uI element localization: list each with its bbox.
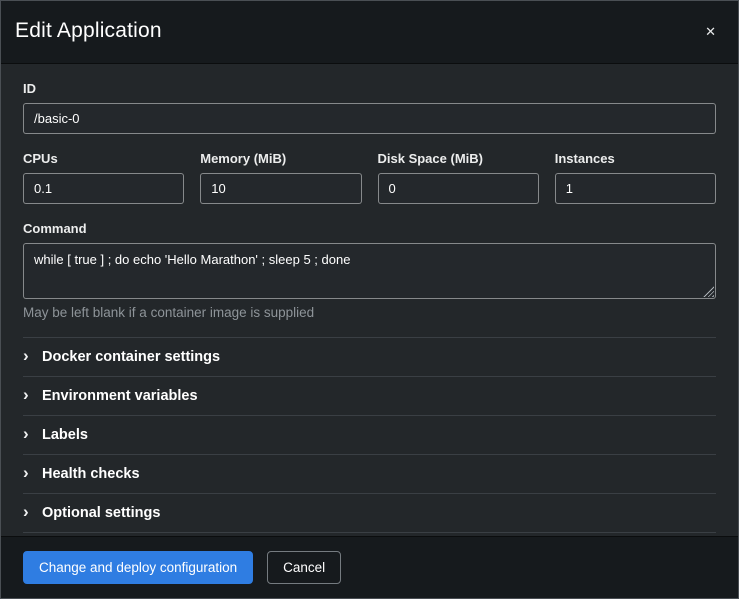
section-label: Docker container settings: [42, 349, 220, 365]
change-and-deploy-button[interactable]: Change and deploy configuration: [23, 551, 253, 584]
modal-body: ID CPUs Memory (MiB) Disk Space (MiB) In…: [1, 64, 738, 536]
section-label: Environment variables: [42, 388, 198, 404]
section-optional-settings[interactable]: › Optional settings: [23, 494, 716, 533]
id-label: ID: [23, 81, 716, 96]
chevron-right-icon: ›: [23, 503, 33, 520]
command-help-text: May be left blank if a container image i…: [23, 305, 716, 320]
modal-footer: Change and deploy configuration Cancel: [1, 536, 738, 598]
instances-field: Instances: [555, 151, 716, 204]
section-labels[interactable]: › Labels: [23, 416, 716, 455]
section-docker-container-settings[interactable]: › Docker container settings: [23, 338, 716, 377]
modal-header: Edit Application ✕: [1, 1, 738, 64]
memory-label: Memory (MiB): [200, 151, 361, 166]
cpus-input[interactable]: [23, 173, 184, 204]
modal-title: Edit Application: [15, 19, 162, 43]
cpus-field: CPUs: [23, 151, 184, 204]
disk-field: Disk Space (MiB): [378, 151, 539, 204]
section-label: Health checks: [42, 466, 140, 482]
command-textarea[interactable]: while [ true ] ; do echo 'Hello Marathon…: [23, 243, 716, 299]
memory-input[interactable]: [200, 173, 361, 204]
cancel-button[interactable]: Cancel: [267, 551, 341, 584]
section-label: Labels: [42, 427, 88, 443]
resources-row: CPUs Memory (MiB) Disk Space (MiB) Insta…: [23, 151, 716, 221]
id-input[interactable]: [23, 103, 716, 134]
edit-application-modal: Edit Application ✕ ID CPUs Memory (MiB) …: [0, 0, 739, 599]
cpus-label: CPUs: [23, 151, 184, 166]
chevron-right-icon: ›: [23, 347, 33, 364]
section-environment-variables[interactable]: › Environment variables: [23, 377, 716, 416]
accordion-sections: › Docker container settings › Environmen…: [23, 337, 716, 533]
instances-label: Instances: [555, 151, 716, 166]
memory-field: Memory (MiB): [200, 151, 361, 204]
chevron-right-icon: ›: [23, 386, 33, 403]
disk-label: Disk Space (MiB): [378, 151, 539, 166]
section-health-checks[interactable]: › Health checks: [23, 455, 716, 494]
command-field: Command while [ true ] ; do echo 'Hello …: [23, 221, 716, 320]
instances-input[interactable]: [555, 173, 716, 204]
id-field: ID: [23, 81, 716, 134]
section-label: Optional settings: [42, 505, 160, 521]
chevron-right-icon: ›: [23, 425, 33, 442]
chevron-right-icon: ›: [23, 464, 33, 481]
command-textarea-wrap: while [ true ] ; do echo 'Hello Marathon…: [23, 243, 716, 299]
close-icon[interactable]: ✕: [699, 19, 722, 42]
disk-input[interactable]: [378, 173, 539, 204]
command-label: Command: [23, 221, 716, 236]
